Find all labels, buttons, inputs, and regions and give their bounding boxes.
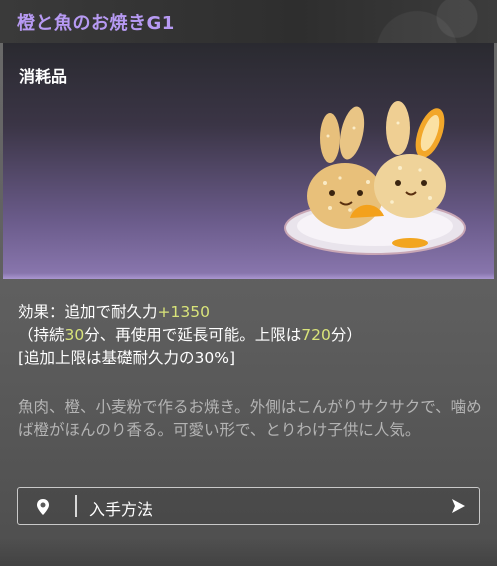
effect-duration-suffix: 分） bbox=[330, 326, 362, 344]
effect-line-3: [追加上限は基礎耐久力の30%] bbox=[18, 349, 236, 367]
item-category: 消耗品 bbox=[19, 67, 68, 86]
acquire-method-label: 入手方法 bbox=[89, 500, 154, 519]
acquire-method-button[interactable]: 入手方法 bbox=[17, 487, 480, 525]
title-decoration bbox=[297, 0, 497, 43]
item-image-panel: 消耗品 bbox=[3, 43, 494, 279]
effect-value: +1350 bbox=[157, 303, 210, 321]
item-description: 魚肉、橙、小麦粉で作るお焼き。外側はこんがりサクサクで、噛めば橙がほんのり香る。… bbox=[18, 398, 482, 439]
item-effect: 効果：追加で耐久力+1350 （持続30分、再使用で延長可能。上限は720分） … bbox=[18, 301, 483, 370]
effect-duration-prefix: （持続 bbox=[18, 326, 65, 344]
effect-line-1: 効果：追加で耐久力+1350 bbox=[18, 301, 483, 324]
item-detail-card: 橙と魚のお焼きG1 消耗品 効果：追加で耐久力+1350 （持続30分、再使用で… bbox=[0, 0, 497, 566]
title-bar: 橙と魚のお焼きG1 bbox=[0, 0, 497, 43]
effect-max-value: 720 bbox=[301, 326, 331, 344]
effect-duration-text: 分、再使用で延長可能。上限は bbox=[84, 326, 302, 344]
effect-line-2: （持続30分、再使用で延長可能。上限は720分） bbox=[18, 324, 483, 347]
item-title: 橙と魚のお焼きG1 bbox=[17, 13, 175, 34]
play-arrow-icon bbox=[452, 499, 465, 513]
bottom-shade bbox=[0, 538, 497, 566]
location-pin-icon bbox=[37, 499, 49, 515]
effect-duration-value: 30 bbox=[64, 326, 85, 344]
bunny-fish-cake-image bbox=[284, 101, 466, 255]
divider bbox=[75, 495, 77, 517]
effect-label: 効果：追加で耐久力 bbox=[18, 303, 158, 321]
